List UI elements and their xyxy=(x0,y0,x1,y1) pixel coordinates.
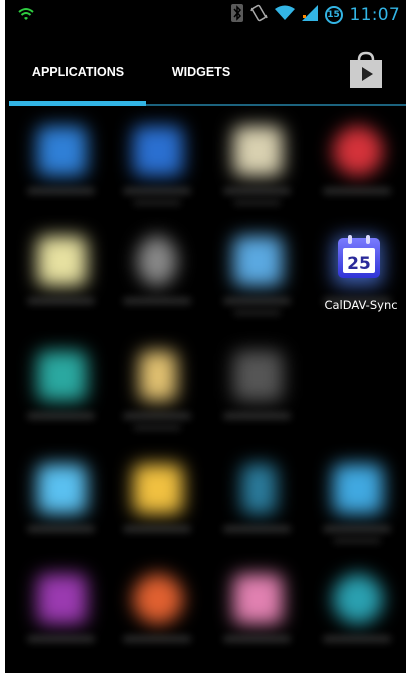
blurred-app[interactable] xyxy=(13,444,109,564)
blurred-app[interactable] xyxy=(209,554,305,673)
blurred-app-icon xyxy=(37,464,87,514)
blurred-app-icon xyxy=(137,236,177,286)
blurred-app[interactable] xyxy=(209,216,305,336)
blurred-app-icon xyxy=(133,126,183,176)
blurred-app-icon xyxy=(133,464,183,514)
caldav-sync-label: CalDAV-Sync xyxy=(324,298,398,312)
blurred-app[interactable] xyxy=(309,444,405,564)
blurred-app[interactable] xyxy=(209,331,305,451)
play-store-icon[interactable] xyxy=(348,51,384,89)
blurred-app-icon xyxy=(139,351,177,401)
blurred-app[interactable] xyxy=(209,444,305,564)
blurred-app[interactable] xyxy=(209,106,305,226)
clock: 11:07 xyxy=(349,5,400,25)
blurred-app-icon xyxy=(233,126,283,176)
tab-bar: APPLICATIONS WIDGETS xyxy=(5,33,406,106)
blurred-app-icon xyxy=(37,236,87,286)
blurred-app[interactable] xyxy=(13,331,109,451)
blurred-app-icon xyxy=(241,464,277,514)
caldav-sync-app[interactable]: 25 CalDAV-Sync xyxy=(315,230,406,350)
blurred-app[interactable] xyxy=(109,331,205,451)
app-drawer-screen: 15 11:07 APPLICATIONS WIDGETS 25 CalDAV-… xyxy=(5,0,406,673)
vibrate-icon xyxy=(249,4,268,26)
blurred-app[interactable] xyxy=(13,106,109,226)
wifi-notification-icon xyxy=(18,6,34,26)
blurred-app[interactable] xyxy=(109,444,205,564)
notification-badge-icon: 15 xyxy=(324,6,343,24)
blurred-app[interactable] xyxy=(309,106,405,226)
blurred-app-icon xyxy=(37,351,87,401)
blurred-app-icon xyxy=(37,126,87,176)
blurred-app[interactable] xyxy=(109,106,205,226)
blurred-app-icon xyxy=(333,464,383,514)
status-bar: 15 11:07 xyxy=(5,0,406,33)
blurred-app-icon xyxy=(37,574,87,624)
signal-icon xyxy=(301,5,318,25)
blurred-app-icon xyxy=(133,574,183,624)
app-grid xyxy=(5,106,406,673)
calendar-icon: 25 xyxy=(337,235,381,279)
blurred-app[interactable] xyxy=(13,216,109,336)
wifi-icon xyxy=(274,5,295,25)
tab-applications[interactable]: APPLICATIONS xyxy=(9,33,147,103)
blurred-app-icon xyxy=(233,574,283,624)
blurred-app-icon xyxy=(333,126,383,176)
calendar-day: 25 xyxy=(347,254,371,274)
blurred-app[interactable] xyxy=(309,554,405,673)
blurred-app[interactable] xyxy=(109,216,205,336)
blurred-app[interactable] xyxy=(109,554,205,673)
bluetooth-icon xyxy=(230,4,243,26)
blurred-app-icon xyxy=(233,351,283,401)
blurred-app[interactable] xyxy=(13,554,109,673)
tab-widgets[interactable]: WIDGETS xyxy=(147,33,255,103)
blurred-app-icon xyxy=(233,236,283,286)
blurred-app-icon xyxy=(333,574,383,624)
